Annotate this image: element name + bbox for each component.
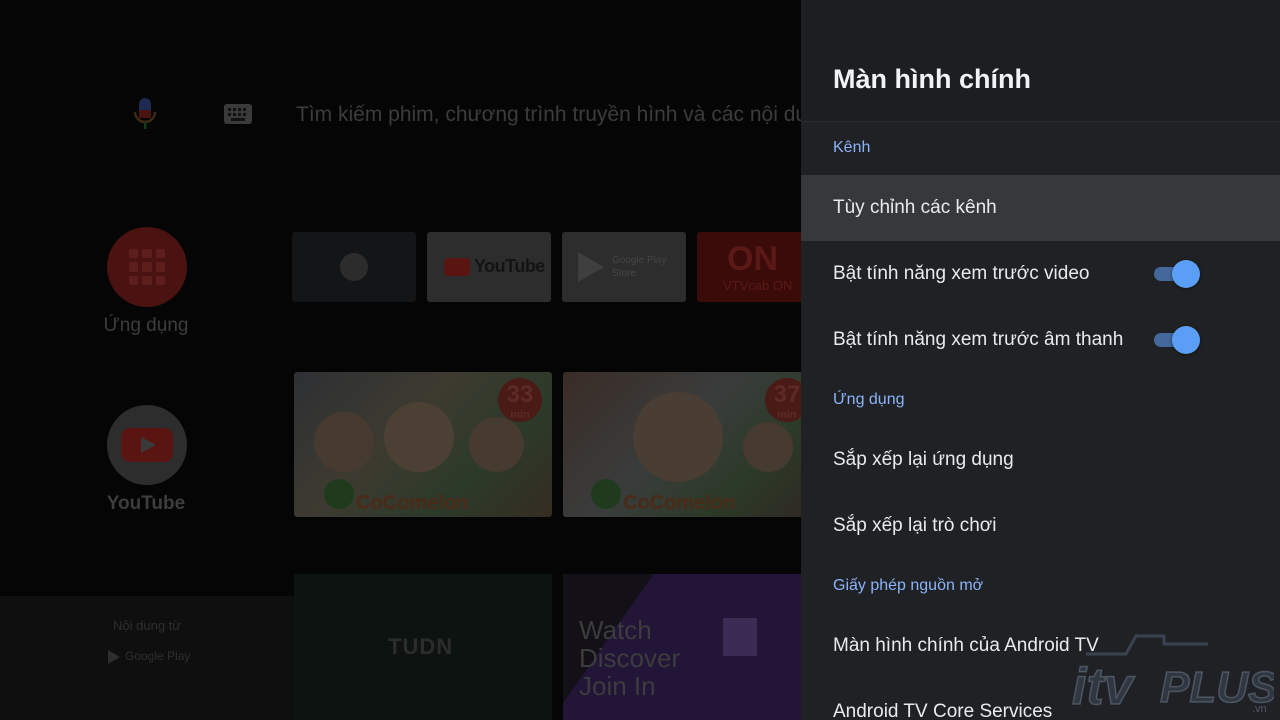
play-icon: [141, 437, 156, 453]
svg-text:.vn: .vn: [1252, 703, 1267, 715]
svg-text:itv: itv: [1072, 658, 1136, 716]
audio-preview-toggle[interactable]: [1154, 326, 1200, 354]
thumbnail-brand: CoComelon: [356, 492, 469, 514]
item-label: Màn hình chính của Android TV: [833, 635, 1099, 656]
search-placeholder[interactable]: Tìm kiếm phim, chương trình truyền hình …: [296, 103, 801, 127]
content-from-source: Google Play: [108, 649, 190, 664]
apps-grid-icon: [129, 249, 165, 285]
content-from-label: Nội dung từ: [113, 618, 181, 633]
video-thumbnail[interactable]: 37 min CoComelon: [563, 372, 801, 517]
video-preview-item[interactable]: Bật tính năng xem trước video: [801, 241, 1280, 307]
youtube-label: YouTube: [106, 493, 186, 514]
panel-title: Màn hình chính: [833, 64, 1031, 94]
keyboard-icon[interactable]: [224, 104, 252, 124]
audio-preview-item[interactable]: Bật tính năng xem trước âm thanh: [801, 307, 1280, 373]
item-label: Bật tính năng xem trước video: [833, 263, 1090, 284]
app-tile-youtube[interactable]: YouTube: [427, 232, 551, 302]
item-label: Tùy chỉnh các kênh: [833, 197, 997, 218]
video-thumbnail[interactable]: 33 min CoComelon: [294, 372, 552, 517]
twitch-tagline: Watch Discover Join In: [579, 615, 681, 701]
section-header-apps: Ứng dụng: [833, 391, 905, 408]
item-label: Android TV Core Services: [833, 701, 1053, 720]
twitch-icon: [723, 618, 757, 656]
cocomelon-icon: [591, 479, 621, 509]
reorder-apps-item[interactable]: Sắp xếp lại ứng dụng: [801, 427, 1280, 493]
app-tile-label: VTVcab ON: [723, 278, 793, 293]
cocomelon-icon: [324, 479, 354, 509]
customize-channels-item[interactable]: Tùy chỉnh các kênh: [801, 175, 1280, 241]
app-tile-vtvcab-on[interactable]: ON VTVcab ON: [697, 232, 801, 302]
panel-header: Màn hình chính: [801, 0, 1280, 122]
app-tile-google-play[interactable]: Google Play Store: [562, 232, 686, 302]
duration-badge: 33 min: [498, 378, 542, 422]
app-tile-apps[interactable]: [292, 232, 416, 302]
youtube-icon: [444, 258, 470, 276]
section-header-open-source-licenses: Giấy phép nguồn mở: [833, 577, 984, 594]
app-tile-label: YouTube: [474, 256, 545, 276]
google-play-icon: [578, 252, 604, 282]
google-play-icon: [108, 649, 120, 664]
vtvcab-logo: ON: [727, 240, 778, 278]
duration-badge: 37 min: [765, 378, 801, 422]
card-tudn-logo: TUDN: [388, 634, 454, 659]
item-label: Bật tính năng xem trước âm thanh: [833, 329, 1124, 350]
item-label: Sắp xếp lại trò chơi: [833, 515, 997, 536]
home-screen-settings-panel: Màn hình chính Kênh Tùy chỉnh các kênh B…: [801, 0, 1280, 720]
thumbnail-brand: CoComelon: [623, 492, 736, 514]
home-screen-background: Tìm kiếm phim, chương trình truyền hình …: [0, 0, 801, 720]
itvplus-watermark-logo: itv PLUS .vn: [1071, 634, 1274, 716]
video-preview-toggle[interactable]: [1154, 260, 1200, 288]
card-twitch[interactable]: Watch Discover Join In: [563, 574, 801, 720]
microphone-icon[interactable]: [133, 98, 157, 130]
app-tile-label: Google Play Store: [612, 255, 667, 279]
card-tudn[interactable]: TUDN: [294, 574, 552, 720]
reorder-games-item[interactable]: Sắp xếp lại trò chơi: [801, 493, 1280, 559]
dots-grid-icon: [340, 253, 368, 281]
apps-label: Ứng dụng: [103, 315, 189, 336]
item-label: Sắp xếp lại ứng dụng: [833, 449, 1014, 470]
section-header-channels: Kênh: [833, 139, 871, 156]
